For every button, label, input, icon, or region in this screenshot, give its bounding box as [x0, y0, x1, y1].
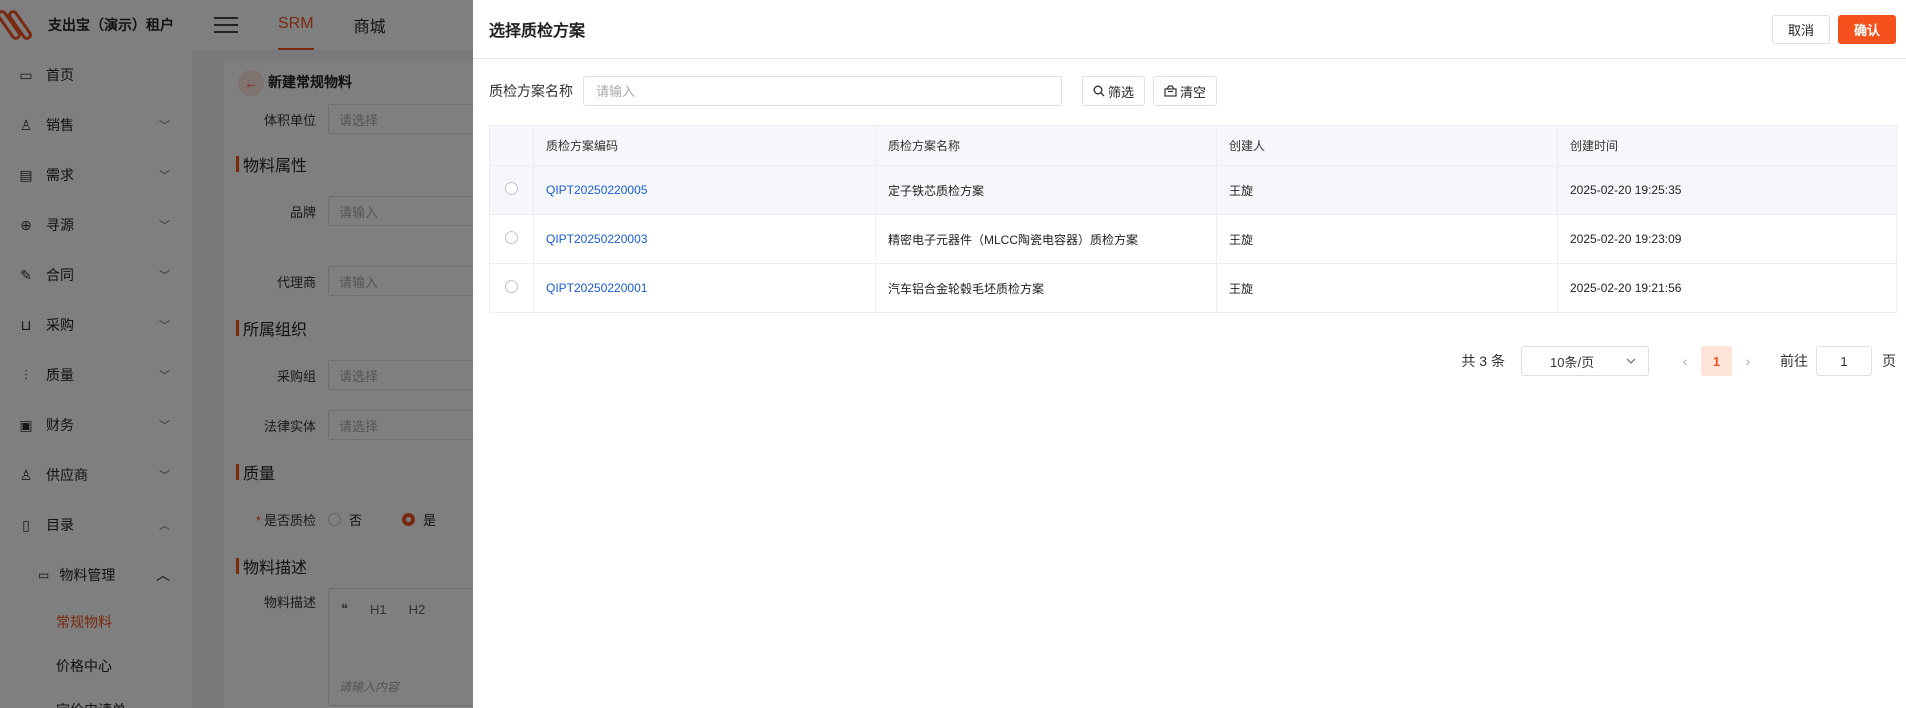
- row-select-cell: [489, 263, 534, 313]
- plan-code-link[interactable]: QIPT20250220005: [546, 183, 647, 197]
- chevron-down-icon: [1626, 358, 1636, 364]
- plan-code-link[interactable]: QIPT20250220003: [546, 232, 647, 246]
- row-radio[interactable]: [505, 280, 518, 293]
- cell-creator: 王旋: [1216, 165, 1558, 215]
- clear-button-label: 清空: [1180, 84, 1207, 100]
- row-select-cell: [489, 214, 534, 264]
- column-header-name: 质检方案名称: [875, 125, 1217, 166]
- table-header-row: 质检方案编码 质检方案名称 创建人 创建时间: [489, 125, 1897, 166]
- clear-button[interactable]: 清空: [1153, 76, 1218, 106]
- filter-bar: 质检方案名称 筛选 清空: [473, 59, 1906, 123]
- column-header-code: 质检方案编码: [533, 125, 876, 166]
- filter-label: 质检方案名称: [489, 83, 573, 99]
- page-size-value: 10条/页: [1550, 354, 1595, 370]
- cell-creator: 王旋: [1216, 263, 1558, 313]
- cell-name: 定子铁芯质检方案: [875, 165, 1217, 215]
- row-radio[interactable]: [505, 182, 518, 195]
- table-row[interactable]: QIPT20250220001 汽车铝合金轮毂毛坯质检方案 王旋 2025-02…: [489, 263, 1897, 313]
- cell-created: 2025-02-20 19:23:09: [1557, 214, 1897, 264]
- cell-creator: 王旋: [1216, 214, 1558, 264]
- goto-label: 前往: [1780, 353, 1808, 369]
- cell-created: 2025-02-20 19:25:35: [1557, 165, 1897, 215]
- next-page-icon[interactable]: ›: [1736, 353, 1760, 369]
- cell-code: QIPT20250220005: [533, 165, 876, 215]
- search-icon: [1093, 85, 1105, 97]
- page-size-select[interactable]: 10条/页: [1521, 346, 1649, 376]
- table-row[interactable]: QIPT20250220003 精密电子元器件（MLCC陶瓷电容器）质检方案 王…: [489, 214, 1897, 264]
- filter-button-label: 筛选: [1108, 84, 1135, 100]
- column-header-created: 创建时间: [1557, 125, 1897, 166]
- cell-name: 汽车铝合金轮毂毛坯质检方案: [875, 263, 1217, 313]
- plan-code-link[interactable]: QIPT20250220001: [546, 281, 647, 295]
- quality-plan-drawer: 选择质检方案 取消 确认 质检方案名称 筛选 清空 质检方案编码 质检方案名称 …: [473, 0, 1906, 708]
- column-header-creator: 创建人: [1216, 125, 1558, 166]
- clear-icon: [1164, 85, 1177, 97]
- cell-created: 2025-02-20 19:21:56: [1557, 263, 1897, 313]
- cell-code: QIPT20250220001: [533, 263, 876, 313]
- cell-code: QIPT20250220003: [533, 214, 876, 264]
- select-column-header: [489, 125, 534, 166]
- pagination-total: 共 3 条: [1461, 353, 1505, 369]
- filter-button[interactable]: 筛选: [1082, 76, 1146, 106]
- row-radio[interactable]: [505, 231, 518, 244]
- cancel-button[interactable]: 取消: [1771, 14, 1830, 44]
- goto-page-input[interactable]: [1816, 346, 1872, 376]
- page-number-current[interactable]: 1: [1701, 346, 1732, 376]
- row-select-cell: [489, 165, 534, 215]
- cell-name: 精密电子元器件（MLCC陶瓷电容器）质检方案: [875, 214, 1217, 264]
- quality-plan-table: 质检方案编码 质检方案名称 创建人 创建时间 QIPT20250220005 定…: [489, 125, 1897, 313]
- table-row[interactable]: QIPT20250220005 定子铁芯质检方案 王旋 2025-02-20 1…: [489, 165, 1897, 215]
- drawer-title: 选择质检方案: [489, 23, 586, 40]
- pagination: 共 3 条 10条/页 ‹ 1 › 前往 页: [1461, 346, 1896, 376]
- plan-name-input[interactable]: [583, 76, 1062, 106]
- page-suffix: 页: [1882, 353, 1896, 369]
- drawer-header: 选择质检方案 取消 确认: [473, 0, 1906, 59]
- prev-page-icon[interactable]: ‹: [1673, 353, 1697, 369]
- confirm-button[interactable]: 确认: [1837, 14, 1896, 44]
